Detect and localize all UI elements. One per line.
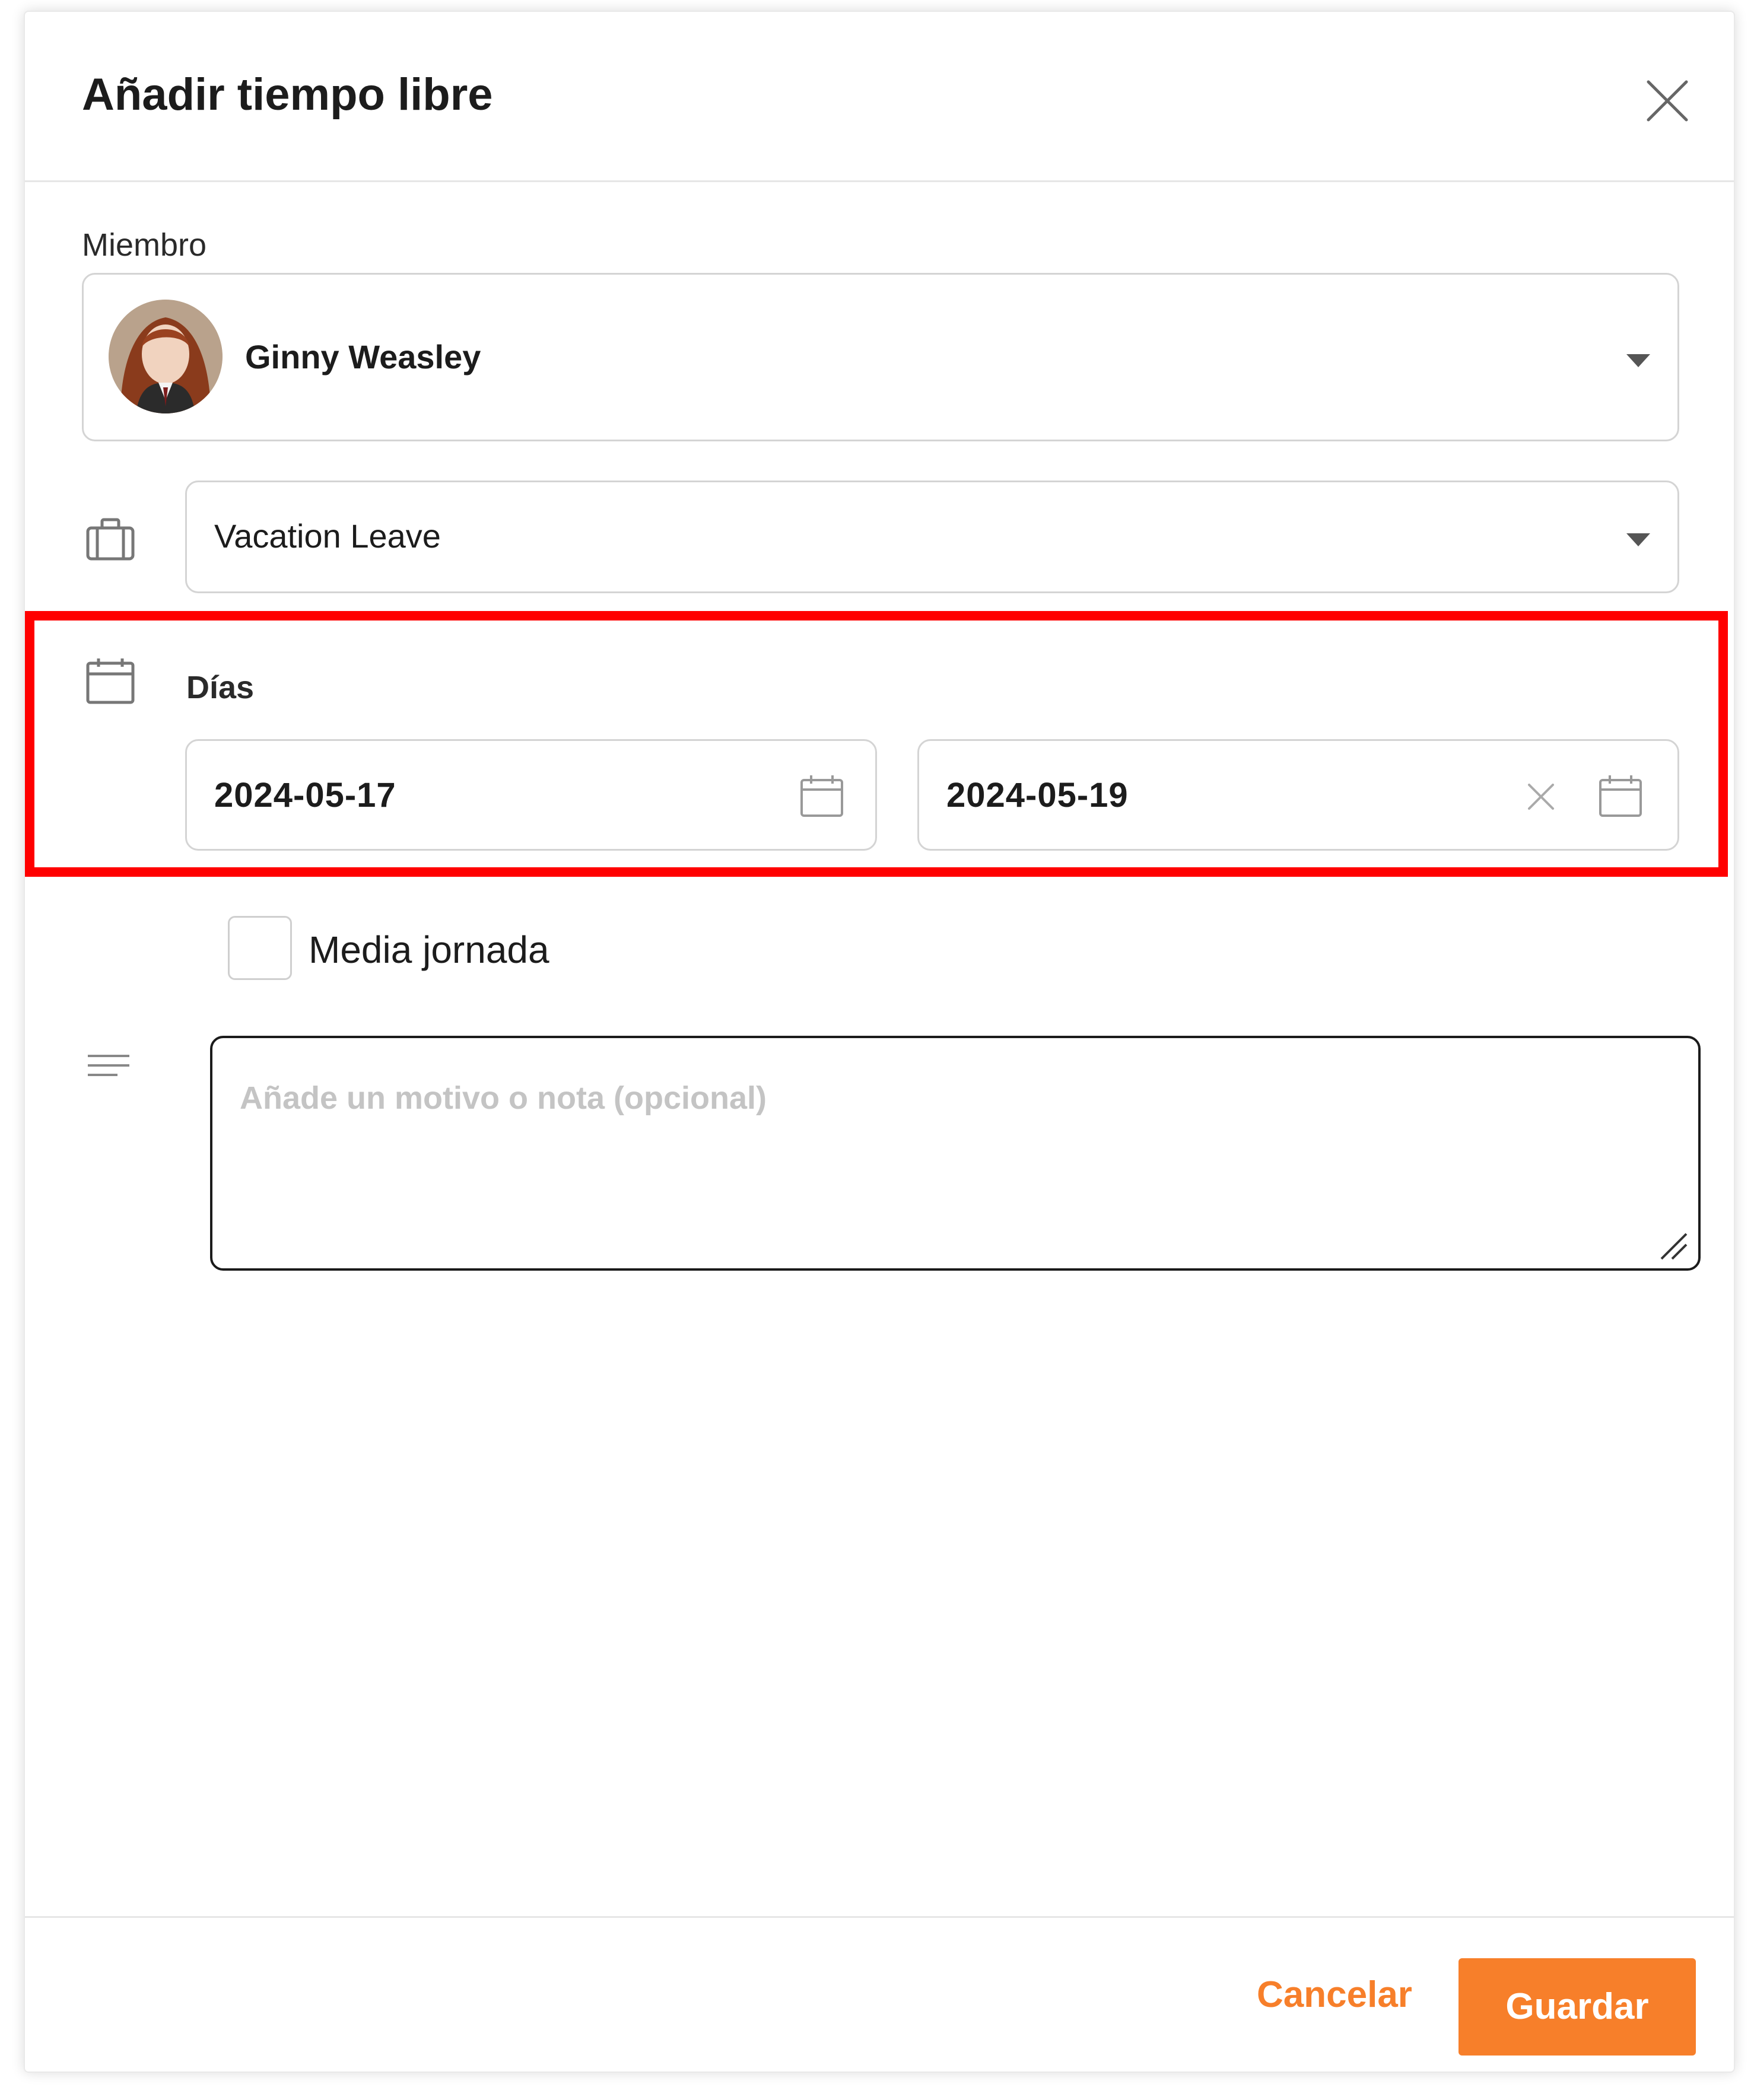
briefcase-icon <box>84 514 136 566</box>
canvas: Añadir tiempo libre Miembro Ginny Weasle… <box>0 0 1754 2100</box>
half-day-label: Media jornada <box>309 928 549 971</box>
note-placeholder: Añade un motivo o nota (opcional) <box>240 1080 767 1116</box>
highlight-box <box>25 611 1728 877</box>
close-button[interactable] <box>1638 71 1697 131</box>
text-lines-icon <box>84 1046 136 1099</box>
cancel-button[interactable]: Cancelar <box>1257 1968 1412 2022</box>
dialog-header: Añadir tiempo libre <box>25 12 1734 182</box>
member-label: Miembro <box>82 227 207 263</box>
member-selected-name: Ginny Weasley <box>245 338 481 376</box>
save-button[interactable]: Guardar <box>1459 1958 1696 2056</box>
note-textarea[interactable]: Añade un motivo o nota (opcional) <box>210 1036 1701 1271</box>
close-icon <box>1647 80 1688 122</box>
leave-type-select[interactable]: Vacation Leave <box>185 481 1679 593</box>
dialog-title: Añadir tiempo libre <box>82 69 493 120</box>
leave-type-selected: Vacation Leave <box>214 517 441 555</box>
add-time-off-dialog: Añadir tiempo libre Miembro Ginny Weasle… <box>24 11 1735 2073</box>
resize-handle-icon[interactable] <box>1658 1230 1690 1262</box>
chevron-down-icon <box>1626 354 1650 367</box>
member-select[interactable]: Ginny Weasley <box>82 273 1679 441</box>
dialog-footer: Cancelar Guardar <box>25 1916 1734 2073</box>
chevron-down-icon <box>1626 533 1650 546</box>
half-day-checkbox[interactable] <box>228 916 292 980</box>
avatar <box>109 300 223 413</box>
